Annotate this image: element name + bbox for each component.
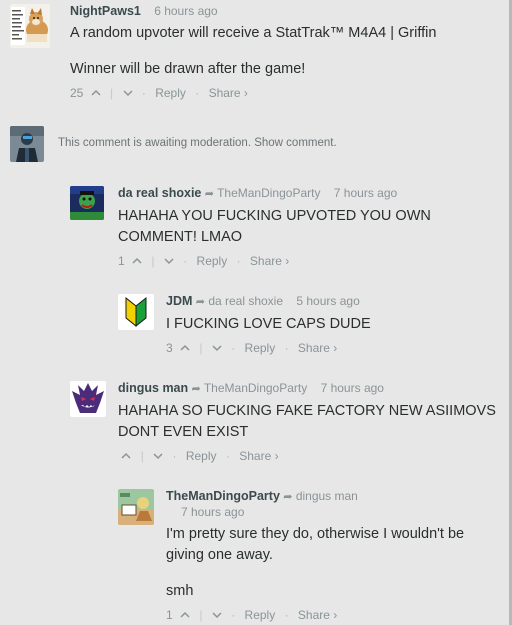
comment-header: dingus man ➦ TheManDingoParty 7 hours ag… (118, 381, 498, 397)
comment-body: A random upvoter will receive a StatTrak… (70, 23, 500, 80)
comment-body: HAHAHA YOU FUCKING UPVOTED YOU OWN COMME… (118, 206, 498, 248)
comment-paragraph: A random upvoter will receive a StatTrak… (70, 25, 437, 41)
comment-body: I'm pretty sure they do, otherwise I wou… (166, 524, 496, 602)
comment-header: TheManDingoParty ➦ dingus man (166, 489, 496, 505)
chevron-down-icon[interactable] (164, 254, 174, 269)
chevron-down-icon[interactable] (122, 86, 133, 101)
vote-divider: | (151, 254, 155, 269)
reply-link[interactable]: Reply (245, 341, 276, 356)
reply-link[interactable]: Reply (245, 608, 276, 623)
vote-count: 1 (118, 254, 125, 269)
parent-author-link[interactable]: TheManDingoParty (217, 186, 320, 200)
reply-link[interactable]: Reply (155, 86, 186, 101)
comment-paragraph: I FUCKING LOVE CAPS DUDE (166, 316, 371, 332)
comment-actions: 1 | · Reply · Share › (118, 254, 498, 269)
share-arrow-icon: ➦ (195, 296, 205, 308)
avatar[interactable] (70, 381, 106, 417)
vote-count: 1 (166, 608, 173, 623)
chevron-down-icon[interactable] (212, 341, 222, 356)
avatar[interactable] (118, 489, 154, 525)
avatar (10, 126, 44, 162)
moderation-notice[interactable]: This comment is awaiting moderation. Sho… (58, 137, 337, 149)
vote-count: 25 (70, 86, 84, 101)
share-link[interactable]: Share › (250, 254, 289, 269)
chevron-up-icon[interactable] (121, 449, 131, 464)
comment-actions: 1 | · Reply · Share › (166, 608, 496, 623)
separator-dot: · (183, 254, 188, 269)
vote-divider: | (140, 449, 144, 464)
comment-paragraph: Winner will be drawn after the game! (70, 61, 306, 77)
comment-paragraph: HAHAHA SO FUCKING FAKE FACTORY NEW ASIIM… (118, 403, 496, 440)
timestamp[interactable]: 7 hours ago (181, 505, 244, 519)
comment-header: NightPaws1 6 hours ago (70, 4, 500, 19)
separator-dot: · (236, 254, 241, 269)
share-link[interactable]: Share › (298, 341, 337, 356)
separator-dot: · (231, 341, 236, 356)
timestamp-row: 7 hours ago (166, 505, 496, 520)
separator-dot: · (284, 341, 289, 356)
chevron-down-icon[interactable] (212, 608, 222, 623)
share-arrow-icon: ➦ (191, 383, 201, 395)
comment-paragraph: I'm pretty sure they do, otherwise I wou… (166, 526, 465, 563)
comment-body: HAHAHA SO FUCKING FAKE FACTORY NEW ASIIM… (118, 401, 498, 443)
comment-header: da real shoxie ➦ TheManDingoParty 7 hour… (118, 186, 498, 202)
separator-dot: · (225, 449, 230, 464)
share-link[interactable]: Share › (239, 449, 278, 464)
vote-divider: | (199, 341, 203, 356)
share-arrow-icon: ➦ (204, 188, 214, 200)
author-name[interactable]: TheManDingoParty (166, 489, 280, 503)
separator-dot: · (172, 449, 177, 464)
timestamp[interactable]: 5 hours ago (296, 294, 359, 308)
chevron-up-icon[interactable] (132, 254, 142, 269)
vote-count: 3 (166, 341, 173, 356)
vote-divider: | (199, 608, 203, 623)
chevron-up-icon[interactable] (91, 86, 101, 101)
parent-author-link[interactable]: da real shoxie (208, 294, 283, 308)
separator-dot: · (284, 608, 289, 623)
parent-author-link[interactable]: dingus man (296, 489, 358, 503)
avatar[interactable] (118, 294, 154, 330)
comment-paragraph: HAHAHA YOU FUCKING UPVOTED YOU OWN COMME… (118, 208, 431, 245)
comment-actions: 3 | · Reply · Share › (166, 341, 486, 356)
comment-paragraph: smh (166, 583, 194, 599)
timestamp[interactable]: 7 hours ago (334, 186, 397, 200)
share-link[interactable]: Share › (298, 608, 337, 623)
share-arrow-icon: ➦ (283, 491, 293, 503)
separator-dot: · (195, 86, 200, 101)
author-name[interactable]: dingus man (118, 381, 188, 395)
author-name[interactable]: da real shoxie (118, 186, 201, 200)
parent-author-link[interactable]: TheManDingoParty (204, 381, 307, 395)
avatar[interactable] (70, 186, 104, 220)
reply-link[interactable]: Reply (186, 449, 217, 464)
share-link[interactable]: Share › (209, 86, 248, 101)
chevron-down-icon[interactable] (153, 449, 163, 464)
separator-dot: · (141, 86, 146, 101)
vote-divider: | (110, 86, 114, 101)
chevron-up-icon[interactable] (180, 341, 190, 356)
reply-link[interactable]: Reply (197, 254, 228, 269)
author-name[interactable]: JDM (166, 294, 192, 308)
comment-actions: | · Reply · Share › (118, 449, 498, 464)
avatar[interactable] (10, 4, 50, 48)
timestamp[interactable]: 7 hours ago (321, 381, 384, 395)
separator-dot: · (231, 608, 236, 623)
chevron-up-icon[interactable] (180, 608, 190, 623)
comment-body: I FUCKING LOVE CAPS DUDE (166, 314, 486, 335)
comment-header: JDM ➦ da real shoxie 5 hours ago (166, 294, 486, 310)
comment-actions: 25 | · Reply · Share › (70, 86, 500, 101)
timestamp[interactable]: 6 hours ago (154, 4, 217, 18)
author-name[interactable]: NightPaws1 (70, 4, 141, 18)
